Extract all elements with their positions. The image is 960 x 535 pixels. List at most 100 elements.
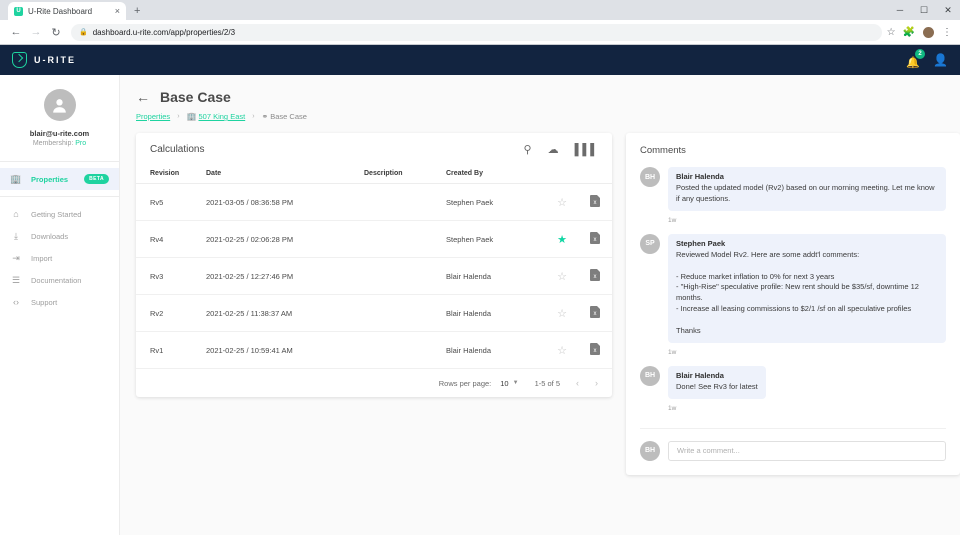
calculations-actions: ⚲ ☁ ▌▌▌: [524, 143, 598, 157]
cloud-upload-icon[interactable]: ☁: [548, 143, 559, 156]
minimize-icon[interactable]: ─: [888, 0, 912, 20]
comment-item: SP Stephen Paek Reviewed Model Rv2. Here…: [640, 233, 946, 356]
sidebar-item-getting-started[interactable]: ⌂ Getting Started: [0, 203, 119, 225]
cell-created-by: Stephen Paek: [446, 183, 546, 221]
sidebar-primary-nav: 🏢 Properties BETA: [0, 162, 119, 196]
table-row[interactable]: Rv2 2021-02-25 / 11:38:37 AM Blair Halen…: [136, 294, 612, 332]
sidebar-item-documentation[interactable]: ☰ Documentation: [0, 269, 119, 291]
table-row[interactable]: Rv3 2021-02-25 / 12:27:46 PM Blair Halen…: [136, 257, 612, 295]
star-icon[interactable]: ☆: [557, 197, 567, 209]
previous-page-button[interactable]: ‹: [576, 378, 579, 388]
rows-per-page: Rows per page: 10 ▼: [439, 379, 519, 388]
brand-logo[interactable]: U-RITE: [12, 52, 76, 68]
beta-badge: BETA: [84, 174, 109, 184]
comment-input[interactable]: [668, 440, 946, 461]
excel-export-icon[interactable]: [590, 306, 600, 318]
cell-created-by: Blair Halenda: [446, 331, 546, 369]
avatar: BH: [640, 440, 660, 461]
address-bar[interactable]: 🔒 dashboard.u-rite.com/app/properties/2/…: [71, 23, 882, 41]
comments-list: BH Blair Halenda Posted the updated mode…: [640, 167, 946, 429]
avatar[interactable]: [43, 89, 76, 121]
sidebar-item-label: Import: [31, 253, 53, 263]
search-icon[interactable]: ⚲: [524, 143, 532, 156]
pagination-range: 1-5 of 5: [534, 378, 560, 388]
cell-created-by: Stephen Paek: [446, 220, 546, 258]
cell-created-by: Blair Halenda: [446, 257, 546, 295]
comment-text: Posted the updated model (Rv2) based on …: [676, 183, 937, 203]
breadcrumb-current-label: Base Case: [270, 112, 307, 121]
breadcrumb-current: ⚭ Base Case: [262, 112, 307, 121]
sidebar-secondary-nav: ⌂ Getting Started ⤓ Downloads ⇥ Import ☰…: [0, 197, 119, 319]
forward-icon[interactable]: →: [26, 22, 46, 42]
comment-item: BH Blair Halenda Posted the updated mode…: [640, 167, 946, 224]
page-title: Base Case: [160, 89, 231, 105]
membership-value: Pro: [75, 140, 87, 147]
back-arrow-icon[interactable]: ←: [136, 90, 150, 104]
excel-export-icon[interactable]: [590, 269, 600, 281]
breadcrumb-property[interactable]: 🏢 507 King East: [187, 112, 246, 121]
breadcrumb-properties[interactable]: Properties: [136, 112, 170, 121]
excel-export-icon[interactable]: [590, 343, 600, 355]
sidebar-item-label: Support: [31, 297, 58, 307]
profile-email: blair@u-rite.com: [29, 129, 90, 138]
browser-toolbar: ← → ↻ 🔒 dashboard.u-rite.com/app/propert…: [0, 20, 960, 45]
favicon-icon: U: [14, 6, 23, 16]
code-brackets-icon: ‹›: [13, 297, 19, 307]
cell-revision: Rv3: [136, 257, 206, 295]
reload-icon[interactable]: ↻: [46, 22, 66, 42]
person-icon: [53, 98, 66, 113]
table-row[interactable]: Rv1 2021-02-25 / 10:59:41 AM Blair Halen…: [136, 331, 612, 369]
star-icon[interactable]: ☆: [557, 308, 567, 320]
comment-text: Reviewed Model Rv2. Here are some addt'l…: [676, 249, 919, 335]
profile-avatar-icon[interactable]: [922, 25, 935, 39]
rows-per-page-select[interactable]: 10 ▼: [500, 379, 518, 388]
calculations-title: Calculations: [150, 144, 205, 155]
cell-description: [364, 220, 446, 258]
cell-revision: Rv1: [136, 331, 206, 369]
table-row[interactable]: Rv5 2021-03-05 / 08:36:58 PM Stephen Pae…: [136, 183, 612, 221]
excel-export-icon[interactable]: [590, 232, 600, 244]
building-icon: 🏢: [186, 112, 197, 121]
account-icon[interactable]: 👤: [933, 53, 948, 67]
column-header-revision: Revision: [136, 164, 206, 184]
next-page-button[interactable]: ›: [595, 378, 598, 388]
sidebar-item-support[interactable]: ‹› Support: [0, 291, 119, 313]
comment-timestamp: 1w: [668, 216, 677, 224]
browser-menu-icon[interactable]: ⋮: [942, 27, 952, 38]
comment-bubble: Stephen Paek Reviewed Model Rv2. Here ar…: [668, 233, 946, 343]
excel-export-icon[interactable]: [590, 195, 600, 207]
calculations-table: Revision Date Description Created By Rv5…: [136, 164, 612, 369]
comment-item: BH Blair Halenda Done! See Rv3 for lates…: [640, 365, 946, 412]
new-tab-button[interactable]: +: [134, 6, 140, 17]
notifications-button[interactable]: 🔔 2: [906, 49, 926, 69]
sidebar-item-properties[interactable]: 🏢 Properties BETA: [0, 168, 119, 190]
browser-tab-strip: U U-Rite Dashboard × + ─ ☐ ✕: [0, 0, 960, 20]
cell-created-by: Blair Halenda: [446, 294, 546, 332]
building-icon: 🏢: [10, 173, 22, 184]
rows-per-page-label: Rows per page:: [438, 378, 492, 388]
star-icon[interactable]: ☆: [557, 345, 567, 357]
bookmark-star-icon[interactable]: ☆: [887, 27, 896, 38]
comment-body: Blair Halenda Done! See Rv3 for latest 1…: [668, 365, 946, 412]
extensions-icon[interactable]: 🧩: [903, 27, 915, 38]
comment-timestamp: 1w: [668, 348, 677, 356]
close-icon[interactable]: ×: [115, 6, 120, 16]
sidebar-item-downloads[interactable]: ⤓ Downloads: [0, 225, 119, 247]
sidebar-profile: blair@u-rite.com Membership: Pro: [0, 89, 119, 161]
star-icon[interactable]: ☆: [557, 271, 567, 283]
chevron-down-icon: ▼: [512, 380, 519, 386]
import-icon: ⇥: [12, 252, 20, 263]
sidebar-item-import[interactable]: ⇥ Import: [0, 247, 119, 269]
star-icon-filled[interactable]: ★: [557, 234, 567, 246]
url-text: dashboard.u-rite.com/app/properties/2/3: [92, 27, 236, 37]
browser-tab[interactable]: U U-Rite Dashboard ×: [8, 2, 126, 20]
cell-description: [364, 183, 446, 221]
table-row[interactable]: Rv4 2021-02-25 / 02:06:28 PM Stephen Pae…: [136, 220, 612, 258]
calculations-header: Calculations ⚲ ☁ ▌▌▌: [136, 133, 612, 164]
scenario-icon: ⚭: [261, 112, 269, 121]
tab-title: U-Rite Dashboard: [28, 6, 93, 16]
columns-icon[interactable]: ▌▌▌: [575, 144, 598, 156]
window-close-icon[interactable]: ✕: [936, 0, 960, 20]
maximize-icon[interactable]: ☐: [912, 0, 936, 20]
back-icon[interactable]: ←: [6, 22, 26, 42]
